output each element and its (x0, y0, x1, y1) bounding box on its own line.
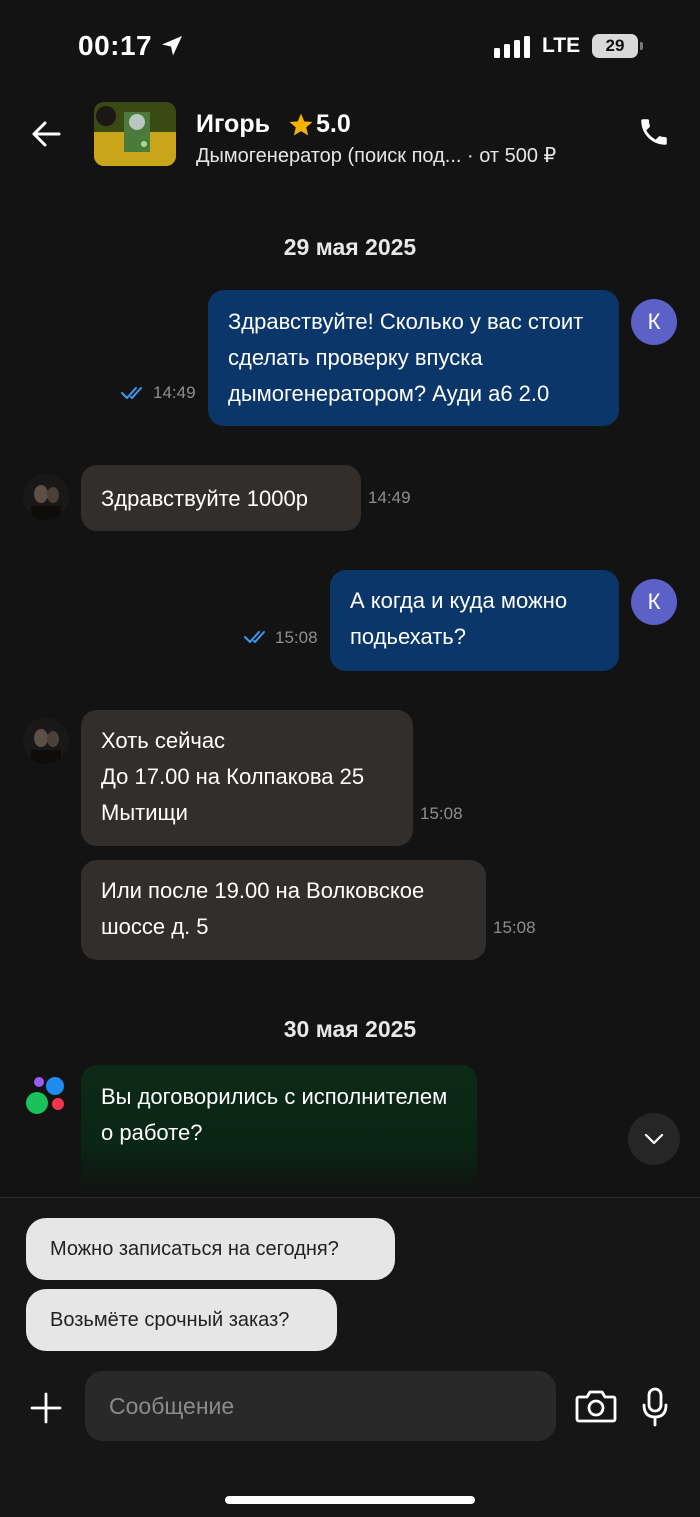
quick-reply-chip[interactable]: Можно записаться на сегодня? (26, 1218, 395, 1280)
microphone-icon (642, 1387, 668, 1427)
camera-icon (575, 1390, 617, 1423)
phone-icon (641, 119, 667, 145)
message-time: 14:49 (368, 488, 411, 507)
double-check-icon (244, 631, 265, 643)
service-price: · от 500 ₽ (461, 145, 557, 167)
message-bubble-outgoing[interactable]: А когда и куда можно подьехать? (330, 570, 619, 671)
user-avatar[interactable]: К (631, 299, 677, 345)
contact-name: Игорь (196, 110, 270, 138)
attach-button[interactable] (26, 1388, 66, 1428)
battery-level: 29 (605, 36, 625, 55)
user-avatar[interactable]: К (631, 579, 677, 625)
service-subtitle[interactable]: Дымогенератор (поиск под... · от 500 ₽ (196, 143, 556, 168)
star-icon (289, 113, 313, 136)
message-bubble-incoming[interactable]: Здравствуйте 1000р (81, 465, 361, 531)
contact-avatar-image (23, 474, 69, 520)
microphone-button[interactable] (636, 1385, 674, 1429)
contact-avatar[interactable] (23, 474, 69, 520)
back-button[interactable] (24, 112, 68, 156)
service-name: Дымогенератор (поиск под... (196, 145, 462, 167)
message-time: 15:08 (493, 918, 536, 937)
contact-avatar[interactable] (23, 718, 69, 764)
status-bar: 00:17 LTE 29 (0, 0, 700, 95)
home-indicator[interactable] (225, 1496, 475, 1504)
double-check-icon (121, 387, 142, 399)
quick-reply-chip[interactable]: Возьмёте срочный заказ? (26, 1289, 337, 1351)
message-bubble-incoming[interactable]: Или после 19.00 на Волковское шоссе д. 5 (81, 860, 486, 960)
arrow-left-icon (32, 121, 61, 147)
call-button[interactable] (632, 110, 676, 154)
chevron-down-icon (644, 1133, 664, 1145)
status-time: 00:17 (78, 30, 153, 61)
system-message[interactable]: Вы договорились с исполнителем о работе? (81, 1065, 477, 1197)
app-logo-icon (26, 1077, 64, 1114)
message-input[interactable] (85, 1371, 556, 1441)
network-type: LTE (542, 34, 581, 57)
service-photo-image (94, 102, 176, 166)
message-bubble-outgoing[interactable]: Здравствуйте! Сколько у вас стоит сделат… (208, 290, 619, 426)
location-arrow-icon (162, 36, 182, 56)
rating-value: 5.0 (316, 110, 351, 138)
date-separator: 30 мая 2025 (283, 1016, 417, 1042)
battery-icon: 29 (592, 34, 643, 58)
contact-rating: 5.0 (288, 110, 351, 139)
service-photo[interactable] (94, 102, 176, 166)
message-bubble-incoming[interactable]: Хоть сейчас До 17.00 на Колпакова 25 Мыт… (81, 710, 413, 846)
plus-icon (30, 1392, 62, 1424)
contact-avatar-image (23, 718, 69, 764)
scroll-down-button[interactable] (628, 1113, 680, 1165)
message-time: 15:08 (275, 628, 318, 647)
date-separator: 29 мая 2025 (283, 234, 417, 260)
message-time: 14:49 (153, 383, 196, 402)
camera-button[interactable] (574, 1386, 618, 1426)
signal-icon (494, 36, 530, 58)
message-time: 15:08 (420, 804, 463, 823)
